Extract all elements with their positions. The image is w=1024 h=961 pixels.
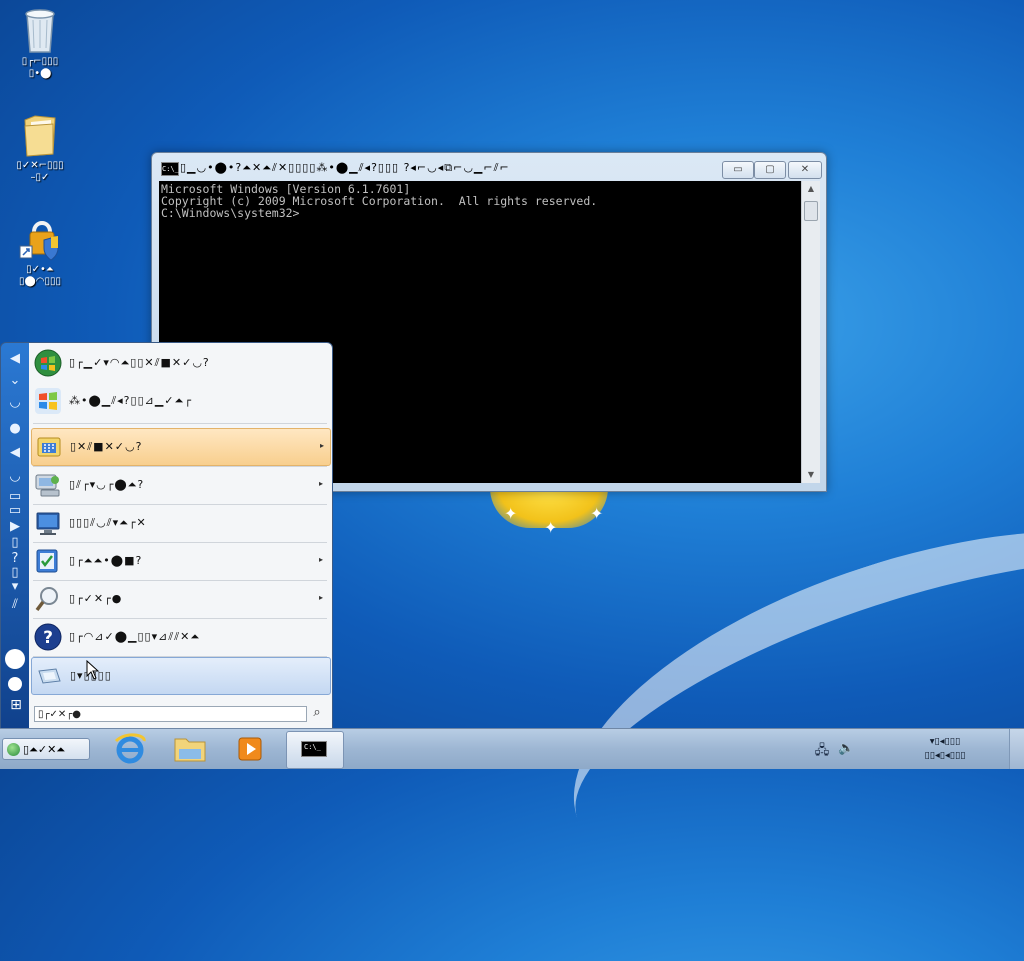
strip-glyph: ◡ <box>9 469 21 484</box>
show-desktop-button[interactable] <box>1009 729 1024 769</box>
menu-item-label: ▯▯▯⫽◡⫽▾⏶┌✕ <box>69 516 147 529</box>
documents-icon <box>35 474 60 497</box>
taskbar-app-media-player[interactable] <box>222 731 278 767</box>
start-orb-icon <box>7 743 20 756</box>
menu-item-search[interactable]: ▯┌✓✕┌● ▸ <box>31 581 329 617</box>
menu-item-documents[interactable]: ▯⫽┌▾◡┌⬤⏶? ▸ <box>31 467 329 503</box>
strip-glyph: ▾ <box>11 579 19 594</box>
desktop-icon-security[interactable]: ▯✓•⏶ ▯⬤◠▯▯▯ <box>0 216 80 288</box>
menu-item-settings[interactable]: ▯▯▯⫽◡⫽▾⏶┌✕ <box>31 505 329 541</box>
strip-glyph: ◀ <box>10 351 20 366</box>
menu-item-label: ▯┌⏶⏶•⬤■? <box>69 554 143 567</box>
menu-item-label: ▯✕⫽■✕✓◡? <box>70 440 143 453</box>
desktop-icon-recycle-bin[interactable]: ▯┌⌐▯▯▯ ▯•⬤ <box>0 6 80 80</box>
scroll-down-icon[interactable]: ▼ <box>802 467 820 483</box>
checklist-icon <box>36 549 58 573</box>
network-icon[interactable]: 🖧 <box>814 741 830 758</box>
media-player-icon <box>238 737 262 761</box>
desktop-icon-label: ▯✓•⏶ <box>26 264 54 275</box>
clock-time: ▾▯◂▯▯▯ <box>929 736 961 747</box>
desktop-icon-folder[interactable]: ▯✓✕⌐▯▯▯ –▯✓ <box>0 110 80 184</box>
computer-monitor-icon <box>36 512 60 535</box>
cmd-icon: C:\_ <box>161 162 179 176</box>
submenu-arrow-icon: ▸ <box>318 593 323 602</box>
menu-item-windows-anytime-upgrade[interactable]: ⁂•⬤▁⫽◂?▯▯⊿▁✓⏶┌ <box>31 383 329 419</box>
menu-item-run[interactable]: ▯▾▯▯▯▯ <box>31 657 331 695</box>
desktop-icon-label: ▯•⬤ <box>28 68 52 79</box>
strip-glyph: ⌄ <box>9 373 21 388</box>
cmd-taskbar-icon: C:\_ <box>301 741 327 757</box>
menu-item-label: ▯⫽┌▾◡┌⬤⏶? <box>69 478 145 491</box>
desktop-icon-label: –▯✓ <box>30 172 50 183</box>
minimize-button[interactable]: ▭ <box>722 161 754 179</box>
desktop-icon-label: ▯⬤◠▯▯▯ <box>19 276 61 287</box>
menu-item-windows-update[interactable]: ▯┌▁✓▾◠⏶▯▯✕⫽■✕✓◡? <box>31 345 329 381</box>
menu-item-help[interactable]: ? ▯┌◠⊿✓⬤▁▯▯▾⊿⫽⫽✕⏶ <box>31 619 329 655</box>
folder-icon <box>24 115 56 157</box>
maximize-button[interactable]: ▢ <box>754 161 786 179</box>
sparkle-icon: ✦ <box>504 504 518 523</box>
magnifier-icon <box>35 587 58 612</box>
sparkle-icon: ✦ <box>590 504 604 523</box>
submenu-arrow-icon: ▸ <box>319 441 324 450</box>
lock-shield-icon <box>19 221 59 261</box>
start-button[interactable]: ▯⏶✓✕⏶ <box>2 738 90 760</box>
wallpaper-swoosh <box>530 459 1024 961</box>
vertical-scrollbar[interactable]: ▲ ▼ <box>801 181 820 483</box>
menu-item-programs[interactable]: ▯✕⫽■✕✓◡? ▸ <box>31 428 331 466</box>
strip-glyph: ▭ <box>8 503 22 518</box>
submenu-arrow-icon: ▸ <box>318 479 323 488</box>
taskbar-app-internet-explorer[interactable] <box>102 731 158 767</box>
scroll-up-icon[interactable]: ▲ <box>802 181 820 197</box>
help-icon: ? <box>34 623 62 651</box>
strip-orb <box>8 677 22 691</box>
taskbar[interactable]: ▯⏶✓✕⏶ C:\_ 🖧 🔈 ▾▯◂▯▯▯ ▯▯◂▯◂▯▯▯ <box>0 728 1024 769</box>
strip-glyph: ▶ <box>10 519 20 534</box>
start-menu-strip: ◀ ⌄ ◡ ● ◀ ◡ ▭ ▭ ▶ ▯ ? ▯ ▾ ⫽ ⊞ <box>1 343 29 729</box>
menu-separator <box>33 423 327 424</box>
scroll-thumb[interactable] <box>804 201 818 221</box>
window-title: ▯▁◡•⬤•?⏶✕⏶⫽✕▯▯▯▯⁂•⬤▁⫽◂?▯▯▯ ?◂⌐◡◂⧉⌐◡▁⌐⫽⌐ <box>180 161 510 174</box>
taskbar-app-command-prompt[interactable]: C:\_ <box>286 731 344 769</box>
menu-item-label: ▯┌◠⊿✓⬤▁▯▯▾⊿⫽⫽✕⏶ <box>69 630 201 643</box>
folder-icon <box>174 738 206 762</box>
strip-glyph: ◡ <box>9 395 21 410</box>
menu-item-label: ▯┌✓✕┌● <box>69 592 123 605</box>
search-input[interactable]: ▯┌✓✕┌● <box>34 706 307 722</box>
search-icon[interactable]: ⌕ <box>308 705 326 723</box>
svg-text:?: ? <box>43 628 53 648</box>
programs-icon <box>37 437 61 457</box>
menu-item-label: ▯┌▁✓▾◠⏶▯▯✕⫽■✕✓◡? <box>69 356 210 369</box>
windows-logo-icon: ⊞ <box>10 697 22 713</box>
run-icon <box>38 668 61 684</box>
clock-date: ▯▯◂▯◂▯▯▯ <box>924 750 966 761</box>
start-button-label: ▯⏶✓✕⏶ <box>23 743 66 756</box>
mouse-cursor-icon <box>86 660 100 680</box>
sparkle-icon: ✦ <box>544 518 558 537</box>
strip-orb <box>5 649 25 669</box>
start-menu[interactable]: ◀ ⌄ ◡ ● ◀ ◡ ▭ ▭ ▶ ▯ ? ▯ ▾ ⫽ ⊞ ▯┌▁✓▾◠⏶▯▯✕… <box>0 342 333 730</box>
windows-update-icon <box>34 349 62 377</box>
recycle-bin-icon <box>25 9 55 53</box>
system-clock[interactable]: ▾▯◂▯▯▯ ▯▯◂▯◂▯▯▯ <box>900 735 990 763</box>
cmd-titlebar[interactable]: C:\_ ▯▁◡•⬤•?⏶✕⏶⫽✕▯▯▯▯⁂•⬤▁⫽◂?▯▯▯ ?◂⌐◡◂⧉⌐◡… <box>152 153 826 181</box>
desktop-icon-label: ▯┌⌐▯▯▯ <box>21 56 59 67</box>
taskbar-app-windows-explorer[interactable] <box>162 731 218 767</box>
console-prompt: C:\Windows\system32> <box>161 206 300 220</box>
windows-flag-icon <box>35 388 61 414</box>
strip-glyph: ⫽ <box>12 597 18 612</box>
menu-item-label: ⁂•⬤▁⫽◂?▯▯⊿▁✓⏶┌ <box>69 394 192 407</box>
close-button[interactable]: ✕ <box>788 161 822 179</box>
menu-item-settings-2[interactable]: ▯┌⏶⏶•⬤■? ▸ <box>31 543 329 579</box>
desktop-icon-label: ▯✓✕⌐▯▯▯ <box>16 160 64 171</box>
strip-glyph: ◀ <box>10 445 20 460</box>
volume-icon[interactable]: 🔈 <box>838 741 854 757</box>
submenu-arrow-icon: ▸ <box>318 555 323 564</box>
strip-glyph: ▯ <box>11 535 19 550</box>
strip-glyph: ● <box>9 421 21 436</box>
internet-explorer-icon <box>114 733 146 764</box>
